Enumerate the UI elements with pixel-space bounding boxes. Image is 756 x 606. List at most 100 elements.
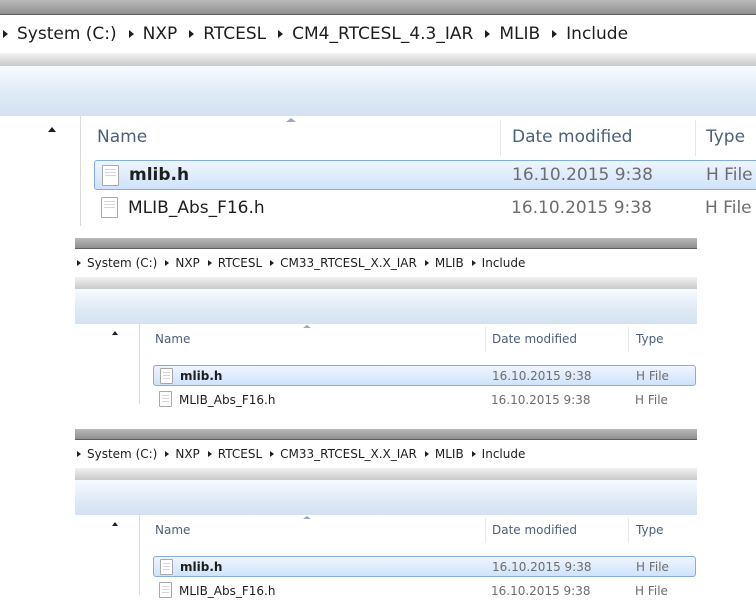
window-frame-top	[75, 429, 697, 439]
breadcrumb-arrow-icon[interactable]	[424, 451, 429, 457]
navigation-pane-divider	[139, 324, 140, 404]
command-bar	[75, 289, 697, 324]
address-bar-border	[0, 53, 756, 66]
column-header-date-modified[interactable]: Date modified	[512, 116, 632, 158]
address-bar[interactable]: System (C:) NXP RTCESL CM4_RTCESL_4.3_IA…	[0, 14, 756, 54]
column-header-name[interactable]: Name	[155, 515, 190, 545]
breadcrumb-arrow-icon[interactable]	[165, 260, 170, 266]
breadcrumb-arrow-icon[interactable]	[128, 30, 134, 38]
column-header-type[interactable]: Type	[636, 515, 664, 545]
address-bar[interactable]: System (C:) NXP RTCESL CM33_RTCESL_X.X_I…	[75, 248, 697, 278]
column-divider[interactable]	[485, 327, 486, 352]
breadcrumb-item-mlib[interactable]: MLIB	[499, 24, 540, 44]
file-name: mlib.h	[180, 559, 223, 574]
file-type: H File	[635, 392, 668, 407]
navigation-pane-divider	[80, 116, 81, 226]
scroll-up-arrow-icon[interactable]	[112, 522, 118, 526]
file-date-modified: 16.10.2015 9:38	[492, 368, 592, 383]
column-divider[interactable]	[500, 120, 501, 156]
breadcrumb-arrow-icon[interactable]	[424, 260, 429, 266]
header-file-icon	[101, 197, 118, 218]
scroll-up-arrow-icon[interactable]	[48, 127, 56, 132]
breadcrumb-item-system[interactable]: System (C:)	[87, 447, 157, 461]
breadcrumb-arrow-icon[interactable]	[471, 260, 476, 266]
breadcrumb-item-rtcesl-version[interactable]: CM33_RTCESL_X.X_IAR	[280, 447, 417, 461]
explorer-window-cm33-a: System (C:) NXP RTCESL CM33_RTCESL_X.X_I…	[75, 238, 697, 416]
file-date-modified: 16.10.2015 9:38	[492, 559, 592, 574]
explorer-window-cm4: System (C:) NXP RTCESL CM4_RTCESL_4.3_IA…	[0, 0, 756, 226]
file-row-mlib-h[interactable]: mlib.h 16.10.2015 9:38 H File	[153, 365, 696, 386]
breadcrumb-item-rtcesl[interactable]: RTCESL	[203, 24, 266, 44]
navigation-pane[interactable]	[75, 515, 140, 595]
column-divider[interactable]	[628, 327, 629, 352]
file-type: H File	[636, 368, 669, 383]
column-divider[interactable]	[628, 518, 629, 543]
window-frame-top	[75, 238, 697, 248]
sort-ascending-icon	[303, 516, 311, 519]
breadcrumb-arrow-icon[interactable]	[3, 30, 8, 38]
file-type: H File	[636, 559, 669, 574]
breadcrumb-arrow-icon[interactable]	[471, 451, 476, 457]
header-file-icon	[160, 368, 173, 384]
column-header-name[interactable]: Name	[97, 116, 147, 158]
file-row-mlib-abs-f16-h[interactable]: MLIB_Abs_F16.h 16.10.2015 9:38 H File	[153, 580, 696, 601]
address-bar[interactable]: System (C:) NXP RTCESL CM33_RTCESL_X.X_I…	[75, 439, 697, 469]
breadcrumb-item-rtcesl[interactable]: RTCESL	[218, 256, 262, 270]
breadcrumb-arrow-icon[interactable]	[77, 451, 81, 457]
breadcrumb-item-include[interactable]: Include	[482, 447, 526, 461]
breadcrumb-item-system[interactable]: System (C:)	[17, 24, 117, 44]
file-row-mlib-h[interactable]: mlib.h 16.10.2015 9:38 H File	[94, 160, 756, 190]
column-header-date-modified[interactable]: Date modified	[492, 324, 577, 354]
header-file-icon	[102, 165, 119, 186]
breadcrumb-item-system[interactable]: System (C:)	[87, 256, 157, 270]
header-file-icon	[160, 559, 173, 575]
breadcrumb-item-mlib[interactable]: MLIB	[435, 256, 464, 270]
file-name: MLIB_Abs_F16.h	[179, 583, 276, 598]
command-bar	[0, 66, 756, 116]
file-type: H File	[706, 165, 753, 185]
column-divider[interactable]	[485, 518, 486, 543]
breadcrumb-arrow-icon[interactable]	[165, 451, 170, 457]
breadcrumb-item-rtcesl-version[interactable]: CM33_RTCESL_X.X_IAR	[280, 256, 417, 270]
breadcrumb-item-nxp[interactable]: NXP	[175, 447, 199, 461]
file-name: MLIB_Abs_F16.h	[128, 198, 265, 218]
file-date-modified: 16.10.2015 9:38	[491, 392, 591, 407]
breadcrumb-item-nxp[interactable]: NXP	[143, 24, 178, 44]
column-header-date-modified[interactable]: Date modified	[492, 515, 577, 545]
breadcrumb-arrow-icon[interactable]	[207, 451, 212, 457]
breadcrumb-arrow-icon[interactable]	[77, 260, 81, 266]
breadcrumb-arrow-icon[interactable]	[278, 30, 284, 38]
navigation-pane[interactable]	[0, 116, 81, 226]
file-name: MLIB_Abs_F16.h	[179, 392, 276, 407]
column-header-type[interactable]: Type	[636, 324, 664, 354]
file-row-mlib-h[interactable]: mlib.h 16.10.2015 9:38 H File	[153, 556, 696, 577]
sort-ascending-icon	[286, 118, 296, 122]
breadcrumb-item-nxp[interactable]: NXP	[175, 256, 199, 270]
column-header-type[interactable]: Type	[706, 116, 745, 158]
file-name: mlib.h	[129, 165, 190, 185]
file-type: H File	[705, 198, 752, 218]
scroll-up-arrow-icon[interactable]	[112, 331, 118, 335]
address-bar-border	[75, 468, 697, 480]
column-divider[interactable]	[695, 120, 696, 156]
column-header-name[interactable]: Name	[155, 324, 190, 354]
file-row-mlib-abs-f16-h[interactable]: MLIB_Abs_F16.h 16.10.2015 9:38 H File	[153, 389, 696, 410]
navigation-pane[interactable]	[75, 324, 140, 404]
breadcrumb-arrow-icon[interactable]	[207, 260, 212, 266]
breadcrumb-item-include[interactable]: Include	[482, 256, 526, 270]
file-name: mlib.h	[180, 368, 223, 383]
file-row-mlib-abs-f16-h[interactable]: MLIB_Abs_F16.h 16.10.2015 9:38 H File	[94, 193, 756, 223]
breadcrumb-arrow-icon[interactable]	[270, 260, 275, 266]
breadcrumb-arrow-icon[interactable]	[189, 30, 195, 38]
breadcrumb-arrow-icon[interactable]	[485, 30, 491, 38]
breadcrumb-item-mlib[interactable]: MLIB	[435, 447, 464, 461]
breadcrumb-item-include[interactable]: Include	[566, 24, 628, 44]
command-bar	[75, 480, 697, 515]
breadcrumb-arrow-icon[interactable]	[552, 30, 558, 38]
window-frame-top	[0, 0, 756, 14]
breadcrumb-arrow-icon[interactable]	[270, 451, 275, 457]
breadcrumb-item-rtcesl[interactable]: RTCESL	[218, 447, 262, 461]
header-file-icon	[159, 391, 172, 407]
breadcrumb-item-rtcesl-version[interactable]: CM4_RTCESL_4.3_IAR	[292, 24, 473, 44]
file-date-modified: 16.10.2015 9:38	[491, 583, 591, 598]
